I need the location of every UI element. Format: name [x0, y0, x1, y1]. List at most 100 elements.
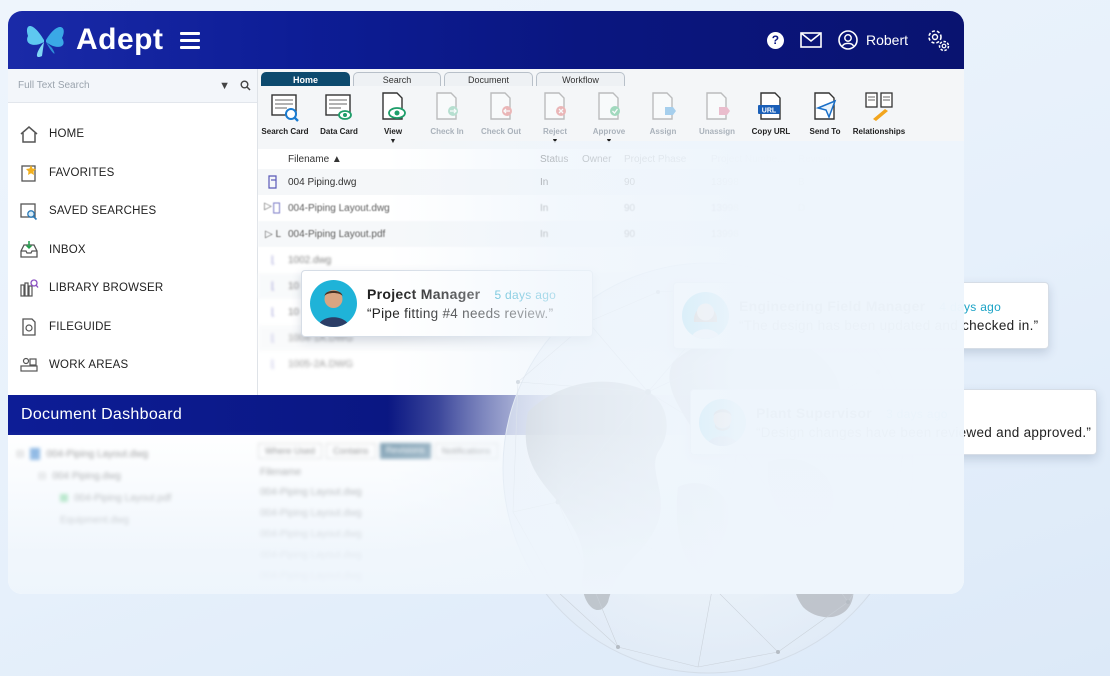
view-button[interactable]: View ▼ [366, 89, 420, 146]
avatar [682, 292, 729, 339]
tab-where-used[interactable]: Where Used [258, 443, 323, 459]
comment-card[interactable]: Project Manager 5 days ago “Pipe fitting… [301, 270, 593, 337]
dwg-file-icon: ⌊ [271, 254, 275, 266]
check-in-icon [430, 89, 464, 125]
butterfly-logo-icon [26, 26, 64, 58]
top-bar: Adept ? Robert [8, 11, 964, 69]
sidebar-item-home[interactable]: HOME [8, 115, 257, 154]
column-project-phase[interactable]: Project Phase [624, 154, 711, 165]
search-icon[interactable] [240, 80, 251, 91]
pdf-file-icon: ▷ L [264, 228, 282, 240]
view-dropdown-icon[interactable]: ▼ [390, 138, 397, 146]
comment-message: “The design has been updated and checked… [739, 318, 1039, 333]
tree-item[interactable]: ⊟ 004-Piping Layout.dwg [16, 443, 171, 465]
app-name: Adept [76, 23, 164, 56]
sidebar-item-saved-searches[interactable]: SAVED SEARCHES [8, 192, 257, 231]
unassign-icon [700, 89, 734, 125]
tab-contains[interactable]: Contains [326, 443, 376, 459]
dashboard-tabs: Where Used Contains Revisions Notificati… [258, 443, 498, 459]
assign-icon [646, 89, 680, 125]
approve-button[interactable]: Approve ▼ [582, 89, 636, 146]
sidebar-nav: HOME FAVORITES SAVED SEARCHES INBOX LIBR… [8, 115, 257, 385]
commenter-name: Plant Supervisor [756, 404, 873, 421]
mail-icon[interactable] [800, 32, 822, 48]
check-out-icon [484, 89, 518, 125]
data-card-button[interactable]: Data Card [312, 89, 366, 146]
tree-item[interactable]: ⊟ 004 Piping.dwg [16, 465, 171, 487]
reject-dropdown-icon[interactable]: ▼ [552, 138, 559, 146]
help-icon[interactable]: ? [766, 31, 784, 49]
approve-dropdown-icon[interactable]: ▼ [606, 138, 613, 146]
home-icon [18, 123, 40, 145]
list-item[interactable]: 004-Piping Layout.dwg [260, 508, 362, 529]
column-project-number[interactable]: Project Numbe... [711, 154, 798, 165]
menu-icon[interactable] [179, 31, 200, 49]
tab-revisions[interactable]: Revisions [379, 443, 431, 459]
table-row[interactable]: ▷ L 004-Piping Layout.pdf In 90 13998 [258, 221, 964, 247]
check-in-button[interactable]: Check In [420, 89, 474, 146]
tree-item[interactable]: Equipment.dwg [16, 509, 171, 531]
tab-workflow[interactable]: Workflow [536, 72, 625, 86]
copy-url-button[interactable]: URL Copy URL [744, 89, 798, 146]
user-menu[interactable]: Robert [838, 30, 908, 50]
column-revision[interactable]: Revisio... [798, 154, 858, 165]
fileguide-icon [18, 316, 40, 338]
send-to-icon [808, 89, 842, 125]
column-filename: Filename [260, 467, 302, 478]
sidebar-item-inbox[interactable]: INBOX [8, 231, 257, 270]
dwg-file-icon: ▷ [258, 201, 288, 215]
table-row[interactable]: ▷ 004-Piping Layout.dwg In 90 13998 D [258, 195, 964, 221]
sidebar-item-favorites[interactable]: FAVORITES [8, 154, 257, 193]
tab-home[interactable]: Home [261, 72, 350, 86]
search-input[interactable]: Full Text Search [18, 80, 219, 91]
tree-item[interactable]: 004-Piping Layout.pdf [16, 487, 171, 509]
ribbon-toolbar: Home Search Document Workflow Search Car… [258, 69, 964, 149]
tab-notifications[interactable]: Notifications [434, 443, 498, 459]
table-header: Filename ▲ Status Owner Project Phase Pr… [258, 149, 964, 169]
assign-button[interactable]: Assign [636, 89, 690, 146]
sidebar-item-work-areas[interactable]: WORK AREAS [8, 346, 257, 385]
sidebar-item-fileguide[interactable]: FILEGUIDE [8, 308, 257, 347]
list-item[interactable]: 004-Piping Layout.dwg [260, 571, 362, 592]
reject-button[interactable]: Reject ▼ [528, 89, 582, 146]
table-row[interactable]: 004 Piping.dwg In 90 13998 B [258, 169, 964, 195]
svg-text:URL: URL [762, 108, 777, 115]
filter-icon[interactable]: ▼ [219, 80, 230, 92]
check-out-button[interactable]: Check Out [474, 89, 528, 146]
sidebar-item-library-browser[interactable]: LIBRARY BROWSER [8, 269, 257, 308]
list-item[interactable]: 004-Piping Layout.dwg [260, 487, 362, 508]
tab-search[interactable]: Search [353, 72, 441, 86]
comment-card[interactable]: Plant Supervisor 3 days ago “Design chan… [690, 389, 1097, 455]
comment-time: 3 days ago [886, 406, 948, 421]
column-filename[interactable]: Filename ▲ [288, 154, 540, 165]
column-status[interactable]: Status [540, 154, 582, 165]
column-owner[interactable]: Owner [582, 154, 624, 165]
relationships-button[interactable]: Relationships [852, 89, 906, 146]
list-item[interactable]: 004-Piping Layout.dwg [260, 550, 362, 571]
dwg-file-icon: ⌊ [271, 332, 275, 344]
saved-search-icon [18, 200, 40, 222]
comment-time: 4 days ago [939, 300, 1002, 314]
comment-card[interactable]: Engineering Field Manager 4 days ago “Th… [673, 282, 1049, 349]
favorites-star-icon [18, 162, 40, 184]
user-icon [838, 30, 858, 50]
settings-gear-icon[interactable] [924, 26, 952, 54]
tab-document[interactable]: Document [444, 72, 533, 86]
app-logo[interactable]: Adept [22, 18, 164, 62]
list-item[interactable]: 004-Piping Layout.dwg [260, 529, 362, 550]
avatar [310, 280, 357, 327]
dwg-file-icon: ⌊ [271, 306, 275, 318]
user-name: Robert [865, 32, 908, 48]
data-card-icon [322, 89, 356, 125]
avatar [699, 398, 746, 446]
dashboard-tree: ⊟ 004-Piping Layout.dwg ⊟ 004 Piping.dwg 0… [16, 443, 171, 531]
dashboard-list: Filename 004-Piping Layout.dwg 004-Pipin… [260, 467, 362, 592]
view-icon [376, 89, 410, 125]
full-text-search[interactable]: Full Text Search ▼ [8, 69, 257, 103]
approve-icon [592, 89, 626, 125]
relationships-icon [862, 89, 896, 125]
search-card-button[interactable]: Search Card [258, 89, 312, 146]
unassign-button[interactable]: Unassign [690, 89, 744, 146]
send-to-button[interactable]: Send To [798, 89, 852, 146]
dashboard-title: Document Dashboard [21, 406, 183, 423]
